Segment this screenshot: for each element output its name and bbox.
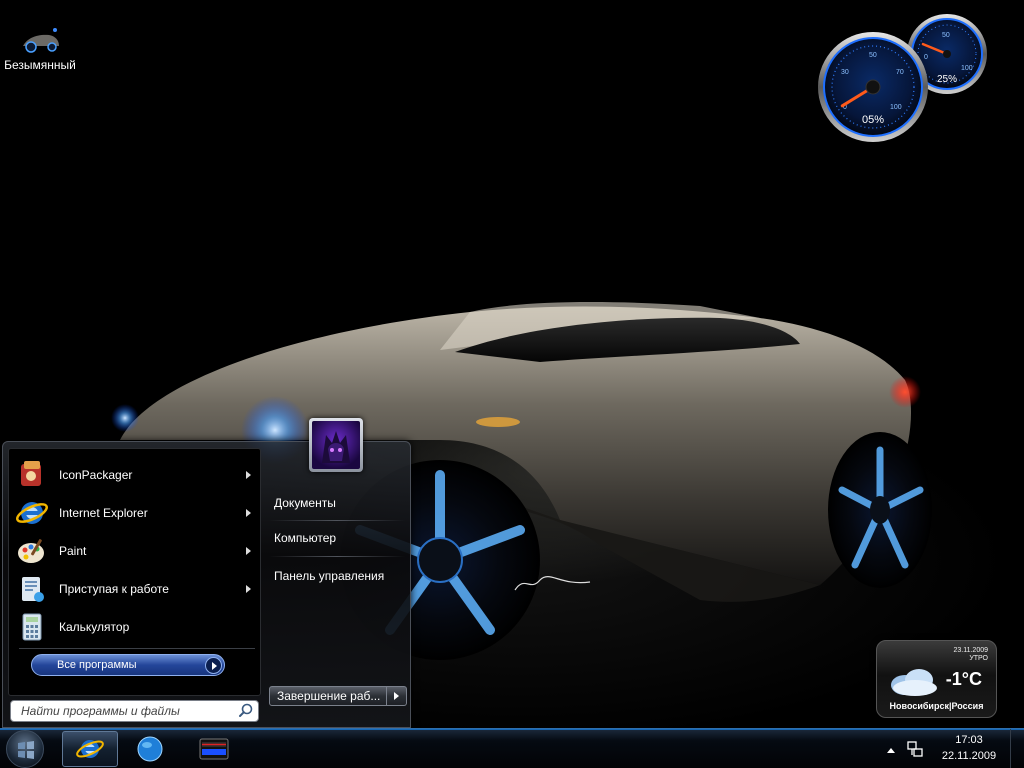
show-hidden-icons-arrow[interactable]	[887, 748, 895, 753]
large-gauge-tick-100: 100	[890, 104, 902, 111]
program-item-paint[interactable]: Paint	[13, 533, 257, 569]
program-item-internet-explorer[interactable]: Internet Explorer	[13, 495, 257, 531]
computer-link[interactable]: Компьютер	[274, 531, 336, 545]
internet-explorer-icon	[76, 740, 104, 758]
weather-gadget[interactable]: 23.11.2009 УТРО -1°C Новосибирск|Россия	[876, 640, 997, 718]
documents-link[interactable]: Документы	[274, 496, 336, 510]
large-gauge-value: 05%	[862, 114, 884, 126]
program-item-label: Paint	[59, 544, 87, 558]
clock-date: 22.11.2009	[941, 750, 997, 762]
globe-icon	[137, 736, 163, 762]
submenu-arrow-icon	[246, 547, 251, 555]
small-gauge-tick-50: 50	[942, 32, 950, 39]
getting-started-icon	[15, 572, 49, 606]
windows-logo-icon	[18, 741, 34, 759]
program-item-label: Приступая к работе	[59, 582, 169, 596]
car-thumbnail-icon	[19, 26, 61, 54]
small-gauge-value: 25%	[937, 74, 957, 85]
shutdown-control: Завершение раб...	[269, 686, 409, 706]
program-item-label: IconPackager	[59, 468, 133, 482]
weather-temperature: -1°C	[945, 669, 982, 689]
user-picture[interactable]	[309, 418, 363, 472]
programs-divider	[19, 648, 255, 649]
start-menu-programs-pane: IconPackager Internet Explorer Paint При…	[8, 448, 261, 696]
submenu-arrow-icon	[246, 471, 251, 479]
program-item-label: Калькулятор	[59, 620, 130, 634]
user-avatar-icon	[312, 421, 360, 469]
start-menu-places-pane: Документы Компьютер Панель управления За…	[263, 442, 411, 728]
show-desktop-button[interactable]	[1010, 729, 1024, 768]
weather-date: 23.11.2009	[953, 647, 988, 654]
desktop-icon[interactable]: Безымянный	[2, 26, 78, 72]
places-separator	[269, 556, 405, 557]
desktop-icon-label: Безымянный	[4, 58, 76, 72]
start-menu: IconPackager Internet Explorer Paint При…	[2, 441, 411, 728]
cpu-meter-gadget[interactable]: 0 50 100 25% 0 30 50 70 100 05%	[815, 12, 990, 144]
network-icon[interactable]	[907, 741, 923, 757]
weather-location: Новосибирск|Россия	[889, 701, 984, 711]
paint-palette-icon	[15, 534, 49, 568]
all-programs-button[interactable]: Все программы	[31, 654, 225, 676]
start-button[interactable]	[6, 730, 44, 768]
clock-time: 17:03	[955, 734, 983, 746]
all-programs-label: Все программы	[57, 659, 137, 671]
submenu-arrow-icon	[246, 509, 251, 517]
taskbar: 17:03 22.11.2009	[0, 728, 1024, 768]
submenu-arrow-icon	[246, 585, 251, 593]
program-item-label: Internet Explorer	[59, 506, 148, 520]
small-gauge-tick-100: 100	[961, 65, 973, 72]
large-gauge-tick-50: 50	[869, 52, 877, 59]
search-box[interactable]	[10, 700, 259, 722]
media-player-icon	[199, 738, 229, 760]
program-item-calculator[interactable]: Калькулятор	[13, 609, 257, 645]
iconpackager-icon	[15, 458, 49, 492]
taskbar-media-player[interactable]	[186, 731, 242, 767]
chevron-right-icon	[205, 656, 222, 674]
taskbar-clock[interactable]: 17:03 22.11.2009	[934, 732, 1004, 764]
control-panel-link[interactable]: Панель управления	[274, 569, 384, 583]
program-item-getting-started[interactable]: Приступая к работе	[13, 571, 257, 607]
search-icon[interactable]	[237, 702, 255, 720]
desktop[interactable]: Безымянный 0 50 100 25% 0 30 50 70 100 0…	[0, 0, 1024, 728]
large-gauge-tick-30: 30	[841, 69, 849, 76]
taskbar-globe-app[interactable]	[122, 731, 178, 767]
weather-period: УТРО	[969, 655, 988, 662]
large-gauge: 0 30 50 70 100 05%	[818, 32, 928, 142]
internet-explorer-icon	[15, 496, 49, 530]
calculator-icon	[15, 610, 49, 644]
program-item-iconpackager[interactable]: IconPackager	[13, 457, 257, 493]
shutdown-options-arrow-icon[interactable]	[387, 686, 407, 706]
search-input[interactable]	[11, 701, 237, 721]
taskbar-internet-explorer[interactable]	[62, 731, 118, 767]
large-gauge-tick-70: 70	[896, 69, 904, 76]
shutdown-button[interactable]: Завершение раб...	[269, 686, 387, 706]
cloud-icon	[885, 665, 941, 702]
small-gauge-tick-0: 0	[924, 54, 928, 61]
weather-date-block: 23.11.2009 УТРО	[953, 647, 988, 663]
places-separator	[269, 520, 405, 521]
